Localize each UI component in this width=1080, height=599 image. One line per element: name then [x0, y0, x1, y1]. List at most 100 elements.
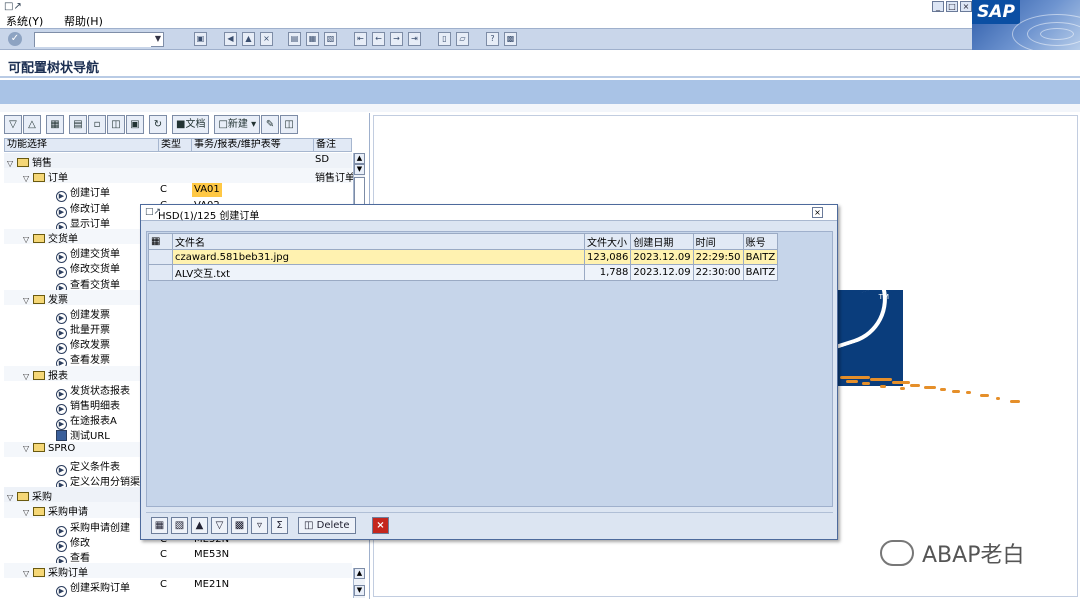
- find-icon[interactable]: ▦: [46, 115, 64, 134]
- tree-node-tcode[interactable]: ME21N: [192, 578, 231, 592]
- logo-dot: [862, 382, 870, 385]
- cell-filename[interactable]: ALV交互.txt: [172, 264, 585, 281]
- header-filesize[interactable]: 文件大小: [583, 233, 632, 250]
- dialog-close-icon[interactable]: ×: [812, 207, 823, 218]
- tree-node-tcode[interactable]: VA01: [192, 183, 222, 198]
- table-row[interactable]: ALV交互.txt 1,788 2023.12.09 22:30:00 BAIT…: [148, 264, 779, 281]
- row-selector[interactable]: [148, 249, 173, 265]
- menu-help[interactable]: 帮助(H): [64, 13, 103, 29]
- prev-page-icon[interactable]: ←: [372, 32, 385, 46]
- select-all-icon[interactable]: ▦: [148, 233, 173, 250]
- view-icon[interactable]: ▣: [126, 115, 144, 134]
- menu-system[interactable]: 系统(Y): [6, 13, 43, 29]
- help-icon[interactable]: ?: [486, 32, 499, 46]
- tree-node[interactable]: ▽ 采购申请: [23, 503, 88, 518]
- expand-all-icon[interactable]: ▽: [4, 115, 22, 134]
- tree-node[interactable]: ▶ 创建采购订单: [56, 579, 130, 598]
- filter-set-icon[interactable]: ▿: [251, 517, 268, 534]
- tree-folder-row[interactable]: ▽ 采购订单: [4, 563, 352, 579]
- tree-node[interactable]: ▽ 销售: [7, 154, 52, 169]
- collapse-all-icon[interactable]: △: [23, 115, 41, 134]
- collapse-node-icon[interactable]: ▽: [7, 159, 17, 168]
- tree-item-row[interactable]: ▶ 创建订单 C VA01: [4, 183, 352, 203]
- details-icon[interactable]: ▫: [88, 115, 106, 134]
- collapse-node-icon[interactable]: ▽: [23, 174, 33, 183]
- scroll-up-icon[interactable]: ▲: [354, 153, 365, 164]
- sort-icon[interactable]: ▲: [191, 517, 208, 534]
- collapse-node-icon[interactable]: ▽: [23, 235, 33, 244]
- detail-icon[interactable]: ▦: [151, 517, 168, 534]
- find-icon[interactable]: ▩: [231, 517, 248, 534]
- command-history-icon[interactable]: ▼: [155, 34, 161, 43]
- layout-menu-icon[interactable]: ▩: [504, 32, 517, 46]
- header-tcode[interactable]: 事务/报表/维护表等: [192, 139, 314, 151]
- tree-node[interactable]: ▽ 交货单: [23, 230, 78, 245]
- restore-icon[interactable]: □: [946, 1, 958, 12]
- collapse-node-icon[interactable]: ▽: [23, 508, 33, 517]
- tree-item-row[interactable]: ▶ 创建采购订单 C ME21N: [4, 578, 352, 598]
- delete-icon[interactable]: ◫: [280, 115, 299, 134]
- cell-user: BAITZ: [742, 264, 779, 281]
- close-icon[interactable]: ×: [960, 1, 972, 12]
- new-button[interactable]: □新建 ▾: [214, 115, 261, 134]
- tree-node[interactable]: 测试URL: [56, 427, 110, 442]
- tree-folder-row[interactable]: ▽ 订单 销售订单: [4, 168, 353, 184]
- header-filename[interactable]: 文件名: [172, 233, 585, 250]
- first-page-icon[interactable]: ⇤: [354, 32, 367, 46]
- collapse-node-icon[interactable]: ▽: [23, 444, 33, 453]
- header-type[interactable]: 类型: [159, 139, 192, 151]
- lower-scrollbar[interactable]: ▲ ▼: [353, 568, 365, 598]
- header-date[interactable]: 创建日期: [630, 233, 694, 250]
- folder-icon: [33, 173, 45, 183]
- enter-icon[interactable]: ✓: [8, 32, 22, 46]
- minimize-icon[interactable]: _: [932, 1, 944, 12]
- document-button[interactable]: ■文档: [172, 115, 210, 134]
- new-session-icon[interactable]: ▯: [438, 32, 451, 46]
- header-note[interactable]: 备注: [314, 139, 351, 151]
- cell-filename[interactable]: czaward.581beb31.jpg: [172, 249, 585, 265]
- collapse-node-icon[interactable]: ▽: [23, 569, 33, 578]
- table-row[interactable]: czaward.581beb31.jpg 123,086 2023.12.09 …: [148, 249, 779, 265]
- tree-node[interactable]: ▽ 发票: [23, 291, 68, 306]
- scroll-down-icon[interactable]: ▼: [354, 164, 365, 175]
- command-input[interactable]: [35, 34, 151, 47]
- edit-icon[interactable]: ✎: [261, 115, 280, 134]
- print-icon[interactable]: ▤: [288, 32, 301, 46]
- tree-node[interactable]: ▽ 订单: [23, 169, 68, 184]
- tree-node[interactable]: ▽ SPRO: [23, 442, 75, 454]
- tree-folder-row[interactable]: ▽ 销售 SD: [4, 153, 352, 169]
- tree-item-row[interactable]: ▶ 查看 C ME53N: [4, 548, 352, 567]
- cancel-icon[interactable]: ×: [372, 517, 389, 534]
- filter-icon[interactable]: ▽: [211, 517, 228, 534]
- sum-icon[interactable]: Σ: [271, 517, 288, 534]
- back-icon[interactable]: ◀: [224, 32, 237, 46]
- find-next-icon[interactable]: ▧: [324, 32, 337, 46]
- find-icon[interactable]: ▦: [306, 32, 319, 46]
- select-block-icon[interactable]: ▧: [171, 517, 188, 534]
- header-time[interactable]: 时间: [692, 233, 744, 250]
- tree-node[interactable]: ▽ 采购: [7, 488, 52, 503]
- header-function[interactable]: 功能选择: [5, 139, 159, 151]
- print-icon[interactable]: ▤: [69, 115, 87, 134]
- refresh-icon[interactable]: ↻: [149, 115, 167, 134]
- columns-icon[interactable]: ◫: [107, 115, 125, 134]
- cancel-icon[interactable]: ×: [260, 32, 273, 46]
- shortcut-icon[interactable]: ▱: [456, 32, 469, 46]
- document-button-label: 文档: [185, 119, 206, 130]
- tree-node[interactable]: ▽ 报表: [23, 367, 68, 382]
- header-user[interactable]: 账号: [742, 233, 779, 250]
- next-page-icon[interactable]: →: [390, 32, 403, 46]
- scroll-down-icon[interactable]: ▼: [354, 585, 365, 596]
- collapse-node-icon[interactable]: ▽: [23, 296, 33, 305]
- row-selector[interactable]: [148, 264, 173, 281]
- last-page-icon[interactable]: ⇥: [408, 32, 421, 46]
- save-icon[interactable]: ▣: [194, 32, 207, 46]
- collapse-node-icon[interactable]: ▽: [7, 493, 17, 502]
- delete-button[interactable]: ◫ Delete: [298, 517, 356, 534]
- tree-node-tcode[interactable]: ME53N: [192, 548, 231, 562]
- tree-node[interactable]: ▽ 采购订单: [23, 564, 88, 579]
- exit-icon[interactable]: ▲: [242, 32, 255, 46]
- collapse-node-icon[interactable]: ▽: [23, 372, 33, 381]
- command-field[interactable]: ▼: [34, 32, 164, 47]
- scroll-up-icon[interactable]: ▲: [354, 568, 365, 579]
